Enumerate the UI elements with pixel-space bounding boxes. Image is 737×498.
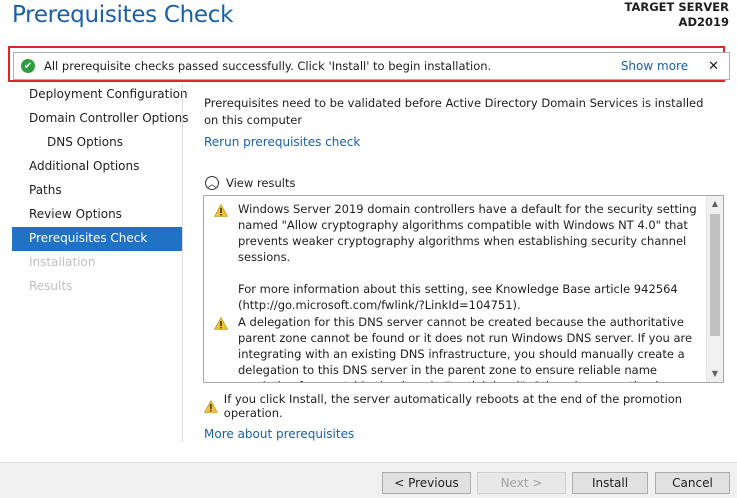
warning-icon [204, 399, 218, 413]
result-text: Windows Server 2019 domain controllers h… [238, 202, 697, 264]
result-entry: Windows Server 2019 domain controllers h… [204, 201, 706, 313]
wizard-nav: Deployment Configuration Domain Controll… [12, 83, 189, 299]
previous-button[interactable]: < Previous [382, 472, 471, 494]
footer-bar: < Previous Next > Install Cancel [0, 462, 737, 498]
next-button: Next > [477, 472, 566, 494]
warning-icon [214, 204, 228, 217]
check-icon: ✔ [21, 59, 35, 73]
results-scrollbar[interactable]: ▲ ▼ [706, 196, 723, 382]
cancel-button[interactable]: Cancel [655, 472, 730, 494]
chevron-up-icon: ︿ [205, 176, 219, 190]
more-about-prerequisites-link[interactable]: More about prerequisites [204, 427, 354, 441]
nav-item-deployment-configuration[interactable]: Deployment Configuration [12, 83, 188, 107]
nav-divider [182, 84, 183, 442]
result-entry: A delegation for this DNS server cannot … [204, 314, 706, 382]
warning-icon [214, 317, 228, 330]
target-server-label: TARGET SERVER [624, 0, 729, 14]
install-button[interactable]: Install [572, 472, 648, 494]
target-server-name: AD2019 [678, 15, 729, 29]
banner-message: All prerequisite checks passed successfu… [44, 59, 492, 73]
nav-item-prerequisites-check[interactable]: Prerequisites Check [12, 227, 182, 251]
result-text: A delegation for this DNS server cannot … [238, 315, 693, 382]
nav-item-domain-controller-options[interactable]: Domain Controller Options [12, 107, 189, 131]
nav-item-dns-options[interactable]: DNS Options [12, 131, 182, 155]
scroll-thumb[interactable] [710, 214, 720, 336]
page-title: Prerequisites Check [12, 2, 234, 28]
target-server: TARGET SERVER AD2019 [625, 0, 729, 30]
status-banner: ✔ All prerequisite checks passed success… [13, 52, 730, 80]
nav-item-installation: Installation [29, 255, 96, 269]
view-results-toggle[interactable]: ︿ View results [205, 176, 295, 190]
view-results-label: View results [226, 176, 296, 190]
close-icon[interactable]: ✕ [708, 59, 719, 74]
nav-item-additional-options[interactable]: Additional Options [12, 155, 182, 179]
scroll-up-icon[interactable]: ▲ [707, 196, 723, 212]
nav-item-results: Results [29, 279, 73, 293]
result-text: For more information about this setting,… [238, 282, 678, 312]
results-content: Windows Server 2019 domain controllers h… [204, 196, 706, 382]
nav-item-paths[interactable]: Paths [12, 179, 182, 203]
show-more-link[interactable]: Show more [621, 59, 688, 73]
scroll-down-icon[interactable]: ▼ [707, 366, 723, 382]
results-box[interactable]: Windows Server 2019 domain controllers h… [203, 195, 724, 383]
rerun-check-link[interactable]: Rerun prerequisites check [204, 135, 360, 149]
nav-item-review-options[interactable]: Review Options [12, 203, 182, 227]
reboot-note-text: If you click Install, the server automat… [223, 392, 683, 420]
reboot-note: If you click Install, the server automat… [204, 392, 737, 420]
intro-text: Prerequisites need to be validated befor… [204, 96, 704, 127]
